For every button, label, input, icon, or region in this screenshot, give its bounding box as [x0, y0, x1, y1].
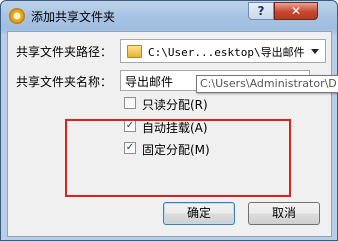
cancel-button[interactable]: 取消: [248, 202, 320, 225]
dialog-window: 添加共享文件夹 ? ✕ 共享文件夹路径： C:\User...esktop\导出…: [0, 0, 338, 241]
dialog-content: 共享文件夹路径： C:\User...esktop\导出邮件 共享文件夹名称： …: [7, 31, 338, 237]
path-label: 共享文件夹路径：: [16, 45, 113, 59]
path-value: C:\User...esktop\导出邮件: [148, 46, 305, 59]
permanent-checkbox[interactable]: ✓: [124, 142, 136, 154]
gear-icon: [9, 8, 25, 24]
window-title: 添加共享文件夹: [31, 10, 116, 24]
readonly-checkbox[interactable]: [124, 97, 136, 109]
automount-label: 自动挂载(A): [142, 121, 208, 135]
readonly-label: 只读分配(R): [142, 98, 208, 112]
name-label: 共享文件夹名称：: [16, 75, 113, 89]
close-button[interactable]: ✕: [274, 2, 318, 20]
chevron-down-icon[interactable]: [311, 49, 319, 54]
help-button[interactable]: ?: [248, 2, 274, 20]
ok-button[interactable]: 确定: [163, 202, 235, 225]
folder-icon: [127, 45, 142, 58]
title-bar[interactable]: 添加共享文件夹 ? ✕: [1, 1, 338, 31]
automount-checkbox[interactable]: ✓: [124, 120, 136, 132]
path-tooltip: C:\Users\Administrator\D: [196, 75, 338, 93]
path-combobox[interactable]: C:\User...esktop\导出邮件: [120, 39, 326, 63]
permanent-label: 固定分配(M): [142, 143, 210, 157]
